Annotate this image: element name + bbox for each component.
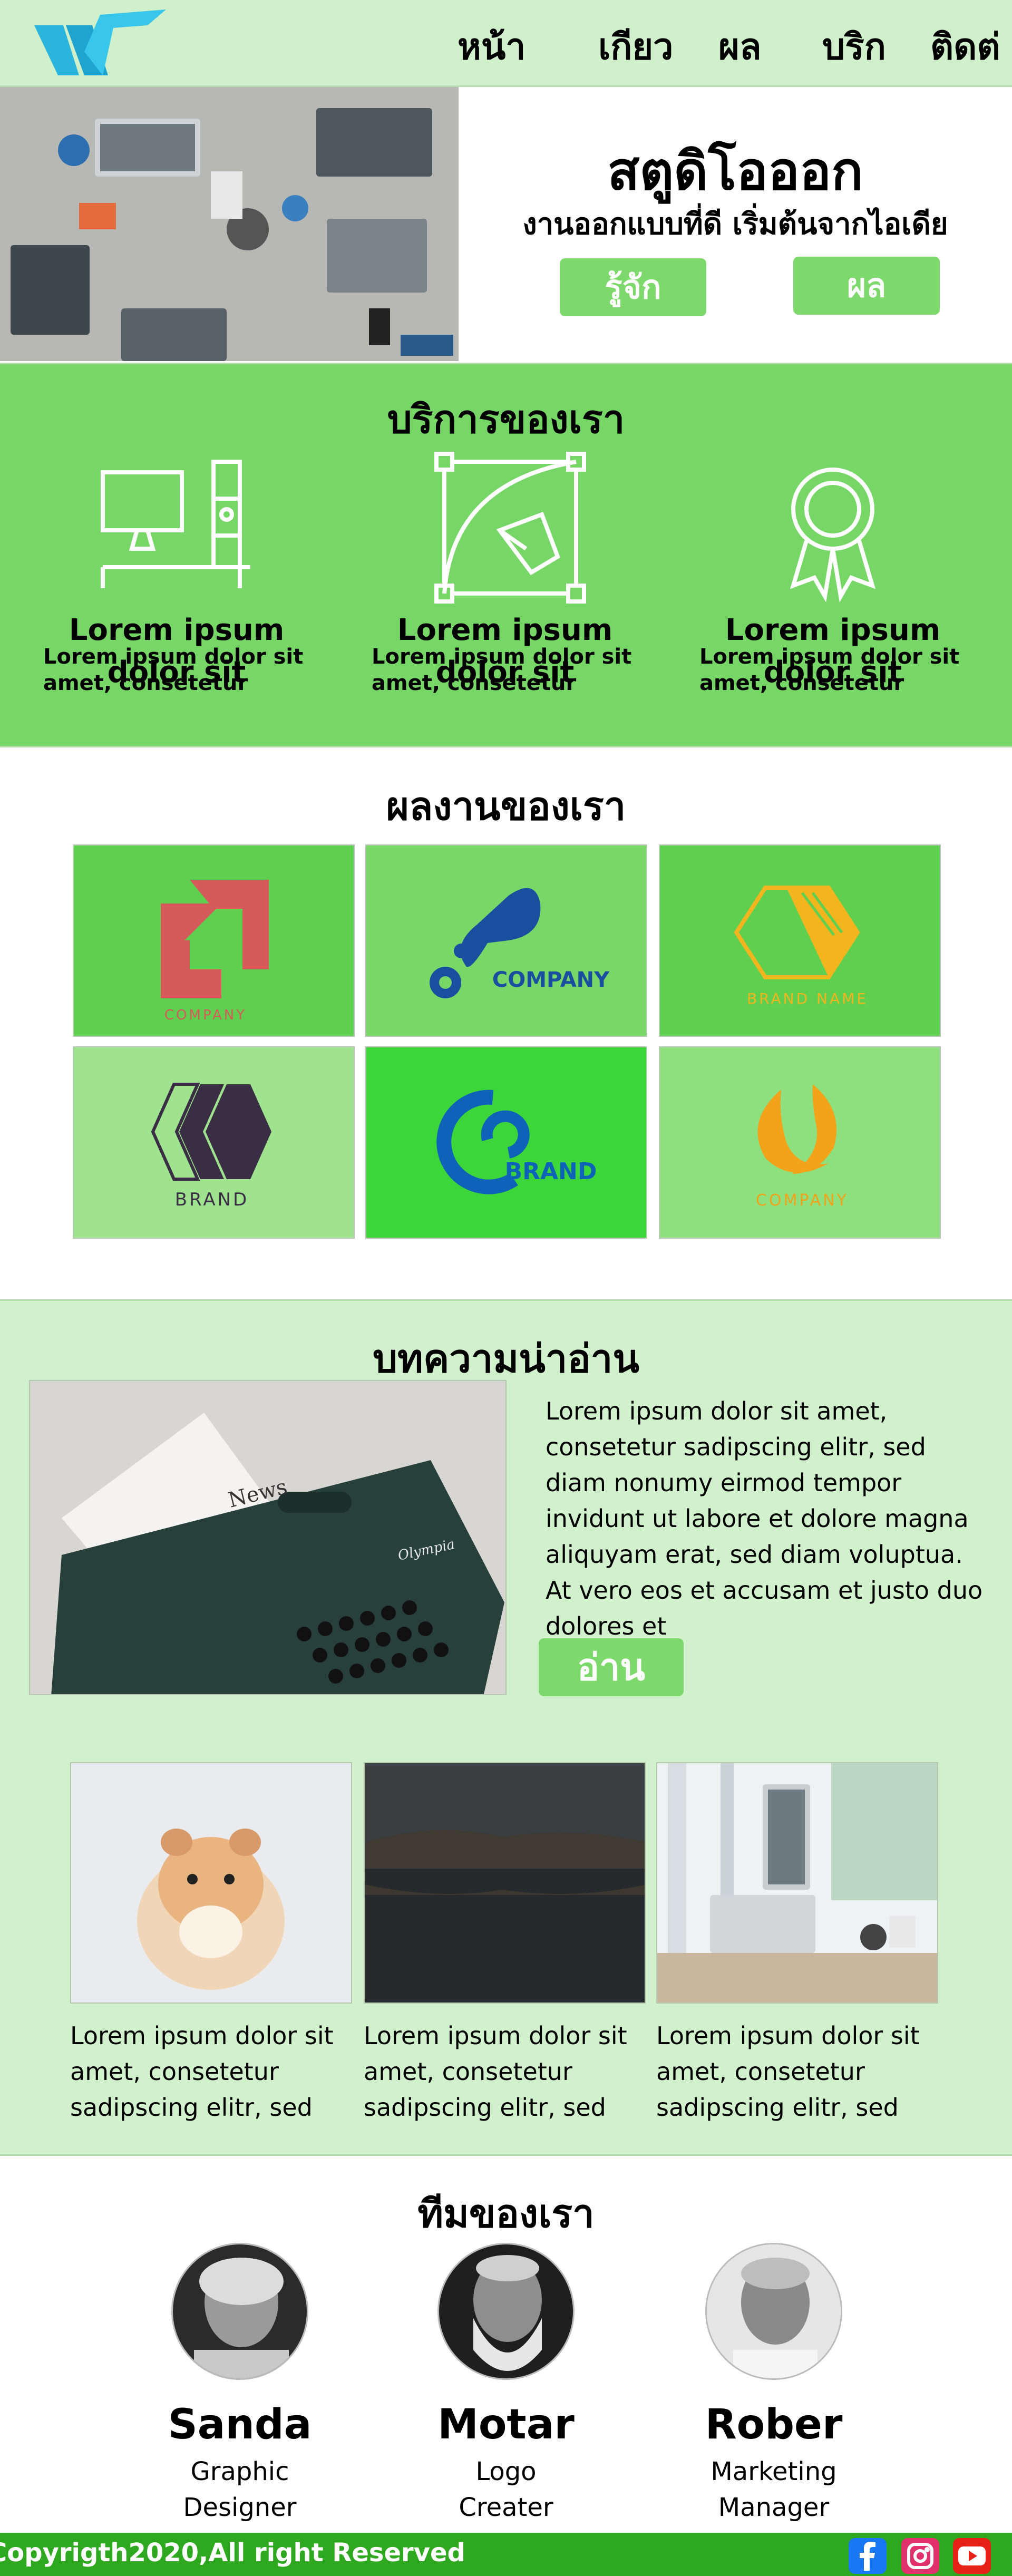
elderly-woman-portrait-icon xyxy=(173,2244,307,2378)
works-button[interactable]: ผล xyxy=(793,257,940,315)
portfolio-item-label: COMPANY xyxy=(164,1007,247,1023)
monitor-desk-icon xyxy=(92,451,261,609)
service-card: Lorem ipsum dolor sit Lorem ipsum dolor … xyxy=(688,451,983,725)
company-logo-red-icon: COMPANY xyxy=(161,880,269,1023)
portfolio-title: ผลงานของเรา xyxy=(386,784,626,829)
member-role: Graphic Designer xyxy=(129,2454,351,2525)
nav-works[interactable]: ผล xyxy=(718,26,762,69)
instagram-icon[interactable] xyxy=(901,2538,939,2574)
articles-section: บทความน่าอ่าน News Olympia Lorem ipsum d… xyxy=(0,1299,1012,2156)
hero-subtitle: งานออกแบบที่ดี เริ่มต้นจากไอเดีย xyxy=(522,207,948,241)
nav-services[interactable]: บริก xyxy=(822,26,886,69)
brand-blue-c-logo-icon: BRAND xyxy=(436,1090,597,1194)
facebook-icon[interactable] xyxy=(849,2538,887,2574)
services-title: บริการของเรา xyxy=(387,397,625,442)
nav-about[interactable]: เกียว xyxy=(598,26,673,69)
avatar[interactable] xyxy=(437,2243,575,2380)
main-nav: หน้า เกียว ผล บริก ติดต่ xyxy=(0,26,1012,69)
featured-article-text: Lorem ipsum dolor sit amet, consetetur s… xyxy=(546,1397,983,1640)
laptop-desk-photo-icon xyxy=(657,1763,937,2003)
page: { "nav": { "home": "หน้า", "about": "เกี… xyxy=(0,0,1012,2576)
read-more-button[interactable]: อ่าน xyxy=(539,1638,684,1696)
service-description: Lorem ipsum dolor sit amet, consetetur xyxy=(699,645,960,695)
member-role: Marketing Manager xyxy=(663,2454,884,2525)
article-card-text: Lorem ipsum dolor sit amet, consetetur s… xyxy=(70,2021,334,2122)
team-member-card: Rober Marketing Manager xyxy=(663,2243,884,2522)
service-card: Lorem ipsum dolor sit Lorem ipsum dolor … xyxy=(32,451,327,725)
older-man-portrait-icon xyxy=(707,2244,841,2378)
avatar[interactable] xyxy=(171,2243,308,2380)
youtube-icon[interactable] xyxy=(953,2538,991,2574)
typewriter-photo-icon: News Olympia xyxy=(30,1381,505,1694)
about-button[interactable]: รู้จัก xyxy=(560,258,706,316)
hero-panel: สตูดิโอออก งานออกแบบที่ดี เริ่มต้นจากไอเ… xyxy=(459,87,1012,361)
company-orange-leaf-logo-icon: COMPANY xyxy=(756,1084,849,1210)
site-header: หน้า เกียว ผล บริก ติดต่ xyxy=(0,0,1012,87)
bearded-man-portrait-icon xyxy=(439,2244,573,2378)
article-card-image[interactable] xyxy=(364,1762,646,2004)
portfolio-item[interactable]: COMPANY xyxy=(365,844,647,1037)
hero-office-photo-icon xyxy=(0,87,459,361)
member-name: Rober xyxy=(705,2401,843,2448)
brand-hexagon-logo-icon: BRAND NAME xyxy=(734,886,868,1007)
article-card-image[interactable] xyxy=(656,1762,938,2004)
member-role-line: Graphic xyxy=(190,2457,289,2486)
pen-tool-icon xyxy=(421,451,589,609)
team-member-card: Sanda Graphic Designer xyxy=(129,2243,351,2522)
member-role-line: Marketing xyxy=(711,2457,837,2486)
team-member-card: Motar Logo Creater xyxy=(395,2243,617,2522)
member-role-line: Creater xyxy=(459,2493,553,2522)
member-role: Logo Creater xyxy=(395,2454,617,2525)
portfolio-item-label: BRAND NAME xyxy=(747,990,868,1007)
article-card-image[interactable] xyxy=(70,1762,352,2004)
copyright-text: Copyrigth2020,All right Reserved xyxy=(0,2538,465,2568)
service-description: Lorem ipsum dolor sit amet, consetetur xyxy=(43,645,304,695)
brand-diamond-logo-icon: BRAND xyxy=(151,1083,271,1210)
avatar[interactable] xyxy=(705,2243,842,2380)
member-name: Sanda xyxy=(168,2401,312,2448)
portfolio-item-label: BRAND xyxy=(505,1158,597,1185)
team-title: ทีมของเรา xyxy=(417,2191,595,2237)
portfolio-item[interactable]: COMPANY xyxy=(659,1046,941,1239)
featured-article-image[interactable]: News Olympia xyxy=(29,1380,507,1695)
portfolio-item[interactable]: BRAND NAME xyxy=(659,844,941,1037)
member-role-line: Designer xyxy=(183,2493,297,2522)
hero-image-office-desk xyxy=(0,87,459,361)
portfolio-item-label: COMPANY xyxy=(756,1191,849,1210)
article-card-text: Lorem ipsum dolor sit amet, consetetur s… xyxy=(364,2021,627,2122)
portfolio-item[interactable]: BRAND xyxy=(365,1046,647,1239)
portfolio-item-label: BRAND xyxy=(175,1189,249,1210)
nav-contact[interactable]: ติดต่ xyxy=(930,26,1000,69)
member-name: Motar xyxy=(437,2401,575,2448)
company-logo-blue-drop-icon: COMPANY xyxy=(430,888,610,998)
services-section: บริการของเรา Lorem ipsum dolor sit Lorem… xyxy=(0,363,1012,747)
member-role-line: Manager xyxy=(718,2493,830,2522)
portfolio-item-label: COMPANY xyxy=(492,968,610,992)
service-card: Lorem ipsum dolor sit Lorem ipsum dolor … xyxy=(360,451,655,725)
site-footer: Copyrigth2020,All right Reserved xyxy=(0,2533,1012,2576)
award-badge-icon xyxy=(748,451,917,609)
service-description: Lorem ipsum dolor sit amet, consetetur xyxy=(372,645,632,695)
portfolio-item[interactable]: BRAND xyxy=(73,1046,355,1239)
nav-home[interactable]: หน้า xyxy=(458,26,526,69)
member-role-line: Logo xyxy=(475,2457,537,2486)
article-card-text: Lorem ipsum dolor sit amet, consetetur s… xyxy=(656,2021,920,2122)
portfolio-item[interactable]: COMPANY xyxy=(73,844,355,1037)
dark-lake-photo-icon xyxy=(365,1763,645,2003)
hamster-photo-icon xyxy=(71,1763,351,2003)
